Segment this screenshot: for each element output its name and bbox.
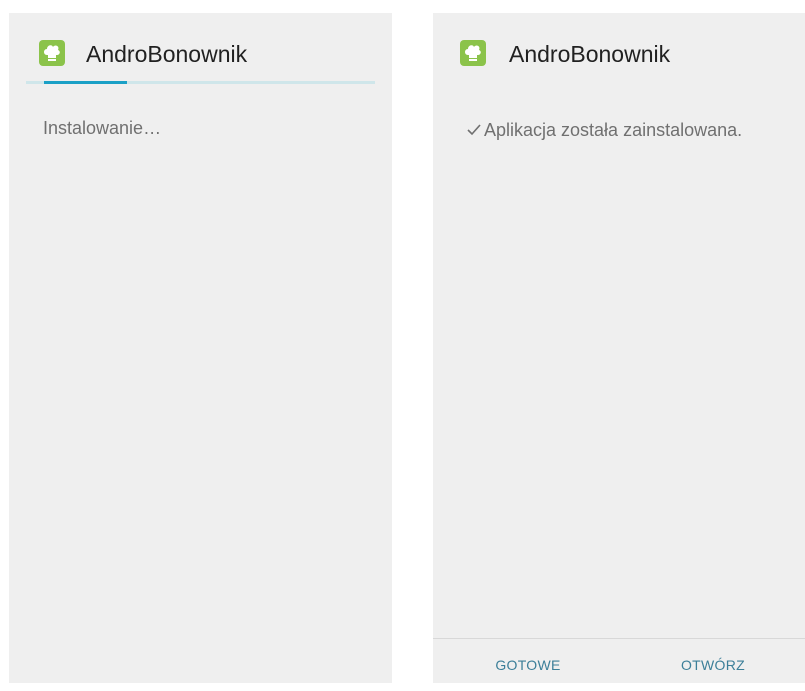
action-button-bar: GOTOWE OTWÓRZ [433, 638, 805, 683]
installing-screen: AndroBonownik Instalowanie… [9, 13, 392, 683]
app-title: AndroBonownik [86, 41, 248, 67]
installed-screen: AndroBonownik Aplikacja została zainstal… [433, 13, 805, 683]
installer-header: AndroBonownik [433, 13, 805, 85]
app-title: AndroBonownik [509, 41, 671, 67]
install-progress-fill [44, 81, 127, 84]
install-progress-bar [26, 81, 375, 84]
check-icon [467, 124, 481, 136]
open-button[interactable]: OTWÓRZ [638, 639, 788, 683]
chef-hat-icon [39, 40, 65, 66]
chef-hat-icon [460, 40, 486, 66]
install-status-text: Instalowanie… [43, 118, 162, 138]
install-complete-text: Aplikacja została zainstalowana. [484, 120, 743, 140]
done-button[interactable]: GOTOWE [453, 639, 603, 683]
installer-header: AndroBonownik [9, 13, 392, 85]
